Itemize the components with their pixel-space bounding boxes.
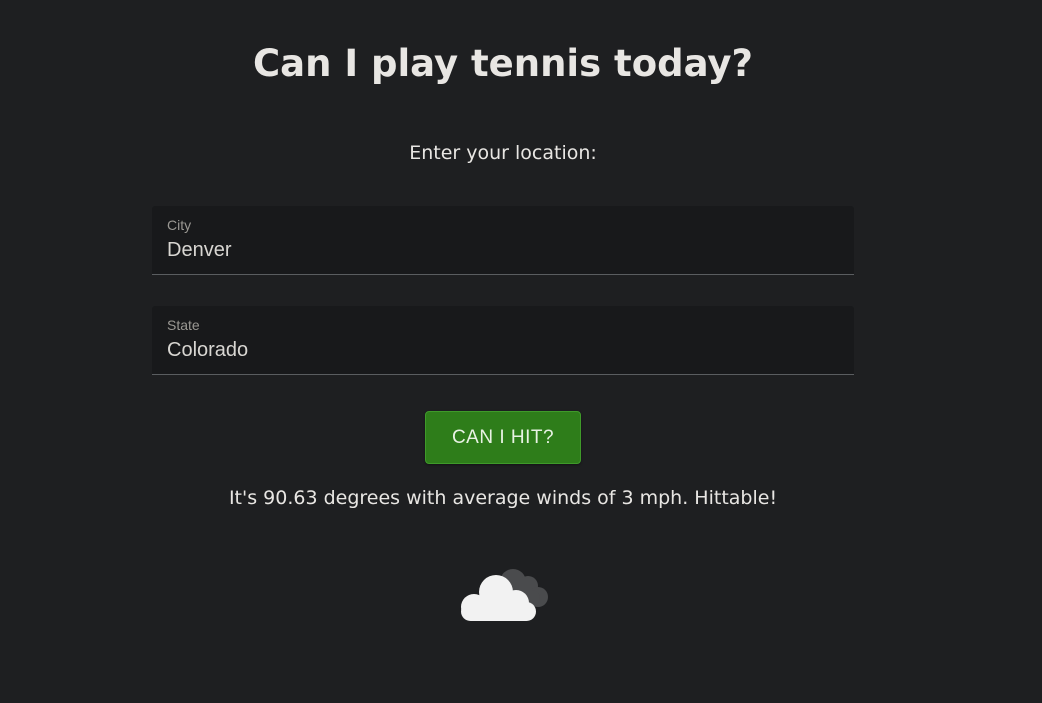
state-field[interactable]: State [152,306,854,375]
cloudy-icon [461,569,548,621]
page-title: Can I play tennis today? [252,42,754,85]
page: Can I play tennis today? Enter your loca… [0,0,1042,703]
city-field[interactable]: City [152,206,854,275]
weather-result: It's 90.63 degrees with average winds of… [228,487,778,509]
state-input[interactable] [167,339,837,362]
city-field-label: City [167,217,192,233]
state-field-label: State [167,317,200,333]
location-prompt: Enter your location: [409,142,597,164]
can-i-hit-button[interactable]: CAN I HIT? [425,411,581,464]
city-input[interactable] [167,239,837,262]
